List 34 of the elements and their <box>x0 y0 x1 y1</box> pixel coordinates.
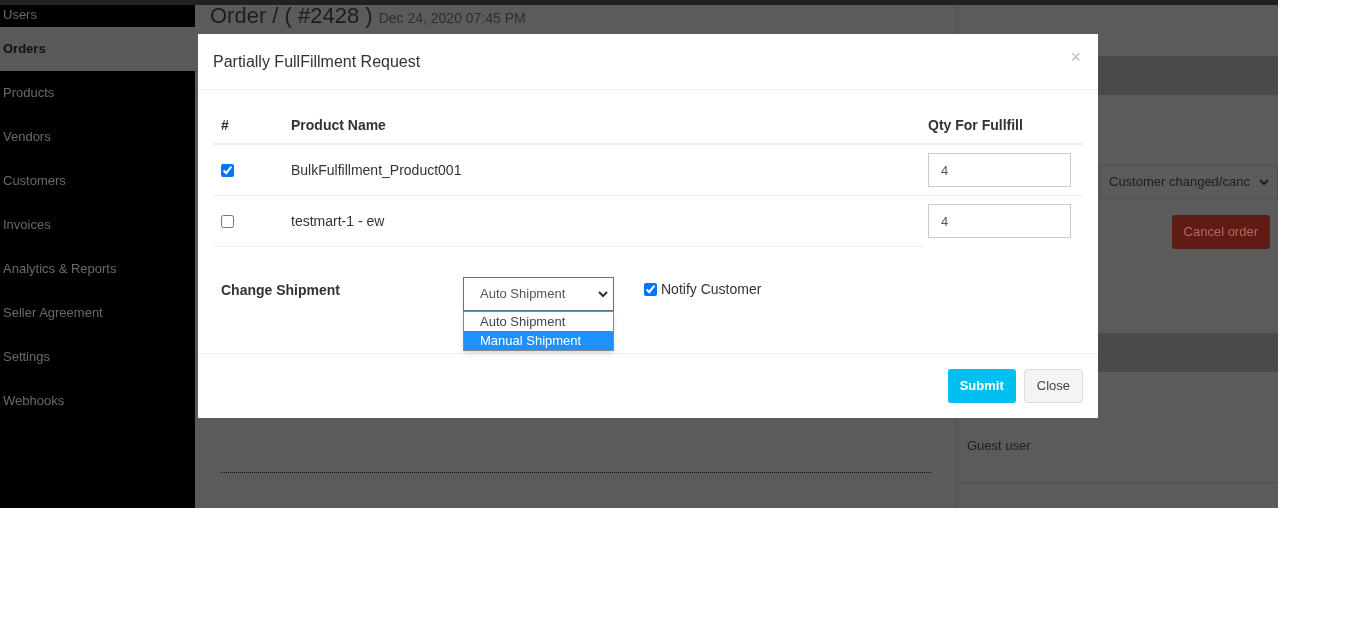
chevron-down-icon <box>1259 178 1269 186</box>
dropdown-option[interactable]: Manual Shipment <box>464 331 613 350</box>
submit-button[interactable]: Submit <box>947 369 1016 403</box>
cancel-order-button[interactable]: Cancel order <box>1171 215 1270 249</box>
sidebar-item[interactable]: Seller Agreement <box>0 291 195 335</box>
checkbox[interactable] <box>644 283 657 296</box>
qty-input[interactable]: 4 <box>928 204 1071 238</box>
qty-input[interactable]: 4 <box>928 153 1071 187</box>
field-label: Change Shipment <box>221 281 341 300</box>
checkbox[interactable] <box>221 163 234 177</box>
table-cell-text: testmart-1 - ew <box>291 211 385 231</box>
dropdown-option[interactable]: Auto Shipment <box>464 312 613 331</box>
sidebar-item[interactable]: Products <box>0 71 195 115</box>
reason-select[interactable]: Customer changed/canc <box>1100 165 1278 199</box>
sidebar-item[interactable]: Orders <box>0 27 195 71</box>
sidebar-item[interactable]: Webhooks <box>0 379 195 423</box>
sidebar-item[interactable]: Analytics & Reports <box>0 247 195 291</box>
checkbox-label: Notify Customer <box>661 280 762 299</box>
checkbox[interactable] <box>221 214 234 228</box>
column-header: Qty For Fullfill <box>927 116 1024 135</box>
column-header: Product Name <box>291 116 387 135</box>
shipment-select[interactable]: Auto Shipment <box>463 277 614 311</box>
column-header: # <box>220 116 230 135</box>
sidebar-item[interactable]: Customers <box>0 159 195 203</box>
page-title: Order / ( #2428 ) <box>210 5 373 27</box>
customer-name: Guest user <box>966 437 1032 455</box>
sidebar-item[interactable]: Vendors <box>0 115 195 159</box>
sidebar-item[interactable]: Users <box>0 5 195 27</box>
chevron-down-icon <box>598 290 608 298</box>
sidebar-item[interactable]: Settings <box>0 335 195 379</box>
modal-title: Partially FullFillment Request <box>213 51 421 72</box>
table-cell-text: BulkFulfillment_Product001 <box>291 160 462 180</box>
sidebar-item[interactable]: Invoices <box>0 203 195 247</box>
close-button[interactable]: Close <box>1023 369 1083 403</box>
